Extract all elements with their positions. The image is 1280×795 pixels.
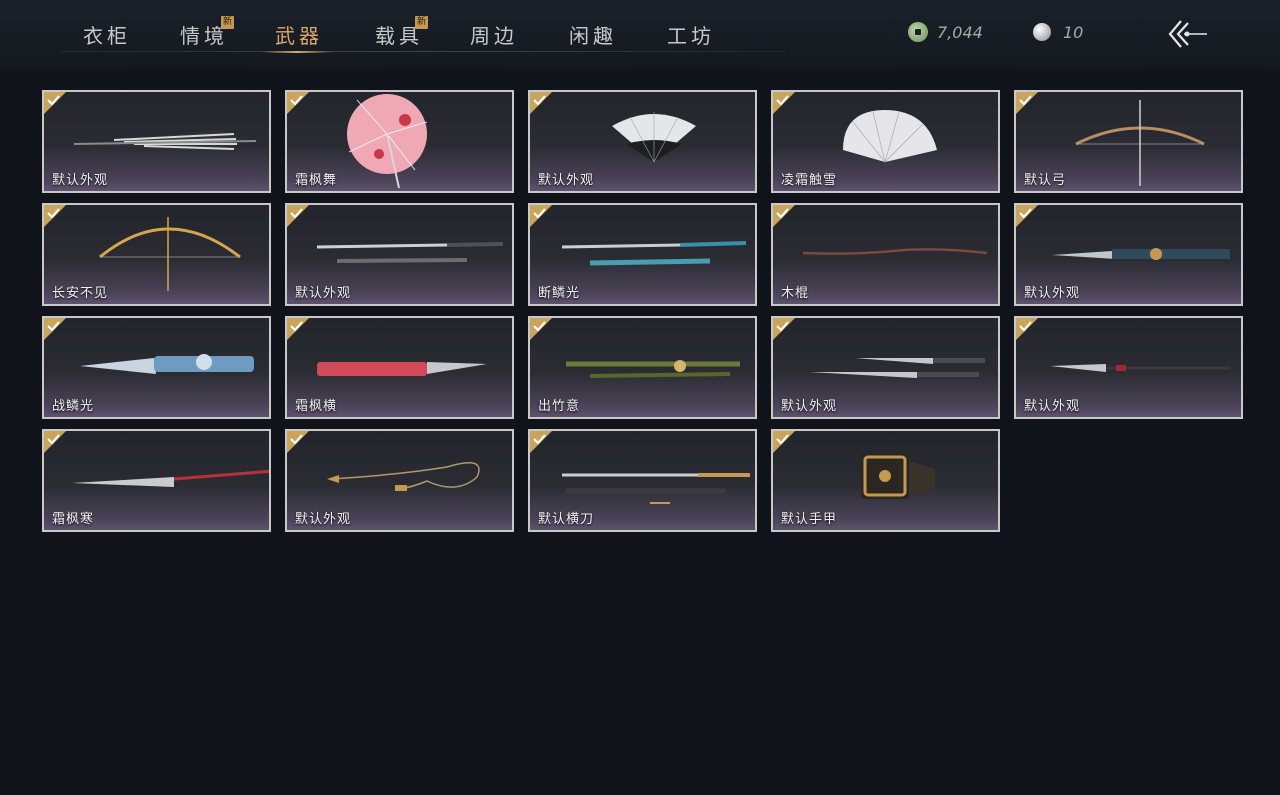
owned-check-icon <box>773 431 795 453</box>
weapon-card[interactable]: 出竹意 <box>528 316 757 419</box>
item-label: 凌霜触雪 <box>781 173 838 188</box>
item-label: 默认外观 <box>1024 286 1081 301</box>
owned-check-icon <box>287 92 309 114</box>
weapon-card[interactable]: 长安不见 <box>42 203 271 306</box>
tab-scene[interactable]: 情境新 <box>180 16 234 52</box>
owned-check-icon <box>530 431 552 453</box>
back-arrow-icon <box>1168 20 1207 48</box>
weapon-card[interactable]: 默认外观 <box>42 90 271 193</box>
owned-check-icon <box>287 205 309 227</box>
tab-accessories[interactable]: 周边 <box>470 20 518 52</box>
item-label: 长安不见 <box>52 286 109 301</box>
owned-check-icon <box>287 318 309 340</box>
owned-check-icon <box>44 318 66 340</box>
jade-currency: 7,044 <box>908 20 983 44</box>
weapon-card[interactable]: 断鳞光 <box>528 203 757 306</box>
weapon-card[interactable]: 默认外观 <box>285 203 514 306</box>
item-label: 霜枫横 <box>295 399 338 414</box>
item-label: 断鳞光 <box>538 286 581 301</box>
item-label: 默认外观 <box>295 286 352 301</box>
tab-leisure[interactable]: 闲趣 <box>569 20 617 52</box>
item-label: 默认横刀 <box>538 512 595 527</box>
weapon-card[interactable]: 霜枫寒 <box>42 429 271 532</box>
item-label: 木棍 <box>781 286 810 301</box>
weapon-card[interactable]: 默认外观 <box>285 429 514 532</box>
owned-check-icon <box>1016 92 1038 114</box>
tab-weapons[interactable]: 武器 <box>261 20 333 53</box>
weapon-card[interactable]: 默认外观 <box>771 316 1000 419</box>
weapon-card[interactable]: 默认横刀 <box>528 429 757 532</box>
weapon-card[interactable]: 默认外观 <box>528 90 757 193</box>
item-label: 默认手甲 <box>781 512 838 527</box>
owned-check-icon <box>44 92 66 114</box>
owned-check-icon <box>773 205 795 227</box>
tab-wardrobe[interactable]: 衣柜 <box>83 20 131 52</box>
owned-check-icon <box>1016 318 1038 340</box>
new-badge: 新 <box>415 16 428 29</box>
owned-check-icon <box>44 431 66 453</box>
item-label: 战鳞光 <box>52 399 95 414</box>
weapon-card[interactable]: 默认外观 <box>1014 203 1243 306</box>
item-label: 默认弓 <box>1024 173 1067 188</box>
weapon-card[interactable]: 木棍 <box>771 203 1000 306</box>
new-badge: 新 <box>221 16 234 29</box>
owned-check-icon <box>44 205 66 227</box>
item-label: 默认外观 <box>1024 399 1081 414</box>
weapon-card[interactable]: 默认手甲 <box>771 429 1000 532</box>
weapon-card[interactable]: 霜枫舞 <box>285 90 514 193</box>
weapon-card[interactable]: 默认弓 <box>1014 90 1243 193</box>
jade-amount: 7,044 <box>937 22 983 42</box>
owned-check-icon <box>530 318 552 340</box>
item-label: 默认外观 <box>781 399 838 414</box>
item-label: 默认外观 <box>52 173 109 188</box>
owned-check-icon <box>773 92 795 114</box>
pearl-currency: 10 <box>1033 20 1083 44</box>
pearl-icon <box>1033 23 1051 41</box>
item-label: 默认外观 <box>538 173 595 188</box>
owned-check-icon <box>773 318 795 340</box>
owned-check-icon <box>287 431 309 453</box>
item-label: 霜枫寒 <box>52 512 95 527</box>
tab-workshop[interactable]: 工坊 <box>667 20 715 52</box>
owned-check-icon <box>530 205 552 227</box>
item-label: 霜枫舞 <box>295 173 338 188</box>
weapon-card[interactable]: 战鳞光 <box>42 316 271 419</box>
owned-check-icon <box>1016 205 1038 227</box>
weapon-card[interactable]: 默认外观 <box>1014 316 1243 419</box>
pearl-amount: 10 <box>1063 22 1084 42</box>
owned-check-icon <box>530 92 552 114</box>
item-label: 出竹意 <box>538 399 581 414</box>
tab-vehicles[interactable]: 载具新 <box>375 16 428 52</box>
weapon-card[interactable]: 霜枫横 <box>285 316 514 419</box>
weapon-card[interactable]: 凌霜触雪 <box>771 90 1000 193</box>
item-label: 默认外观 <box>295 512 352 527</box>
back-button[interactable] <box>1165 16 1209 52</box>
jade-coin-icon <box>908 22 928 42</box>
